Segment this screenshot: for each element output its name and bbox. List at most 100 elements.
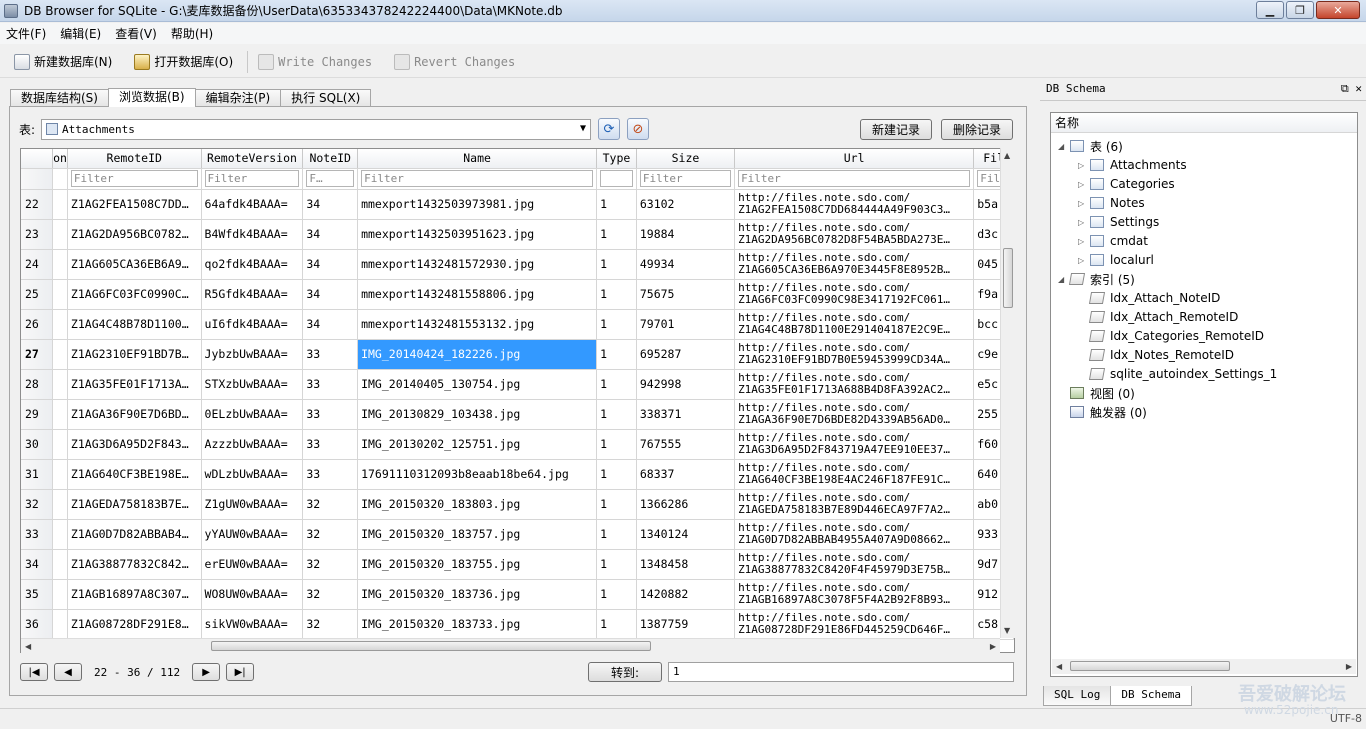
table-row[interactable]: 26 Z1AG4C48B78D1100… uI6fdk4BAAA= 34 mmexpor… (21, 309, 1014, 340)
cell-name[interactable]: 17691110312093b8eaab18be64.jpg (357, 459, 598, 490)
tree-item-table[interactable]: ▷ localurl (1078, 251, 1154, 269)
scroll-down-icon[interactable]: ▼ (1004, 626, 1010, 635)
cell-size[interactable]: 75675 (636, 279, 736, 310)
filter-input[interactable]: Filter (639, 170, 732, 187)
goto-input[interactable]: 1 (668, 662, 1014, 682)
cell-url[interactable]: http://files.note.sdo.com/Z1AG0D7D82ABBA… (734, 519, 975, 550)
cell-noteid[interactable]: 34 (302, 249, 359, 280)
cell-url[interactable]: http://files.note.sdo.com/Z1AG6FC03FC099… (734, 279, 975, 310)
row-cell-spacer[interactable] (52, 519, 68, 550)
cell-type[interactable]: 1 (596, 219, 637, 250)
cell-type[interactable]: 1 (596, 579, 637, 610)
row-cell-spacer[interactable] (52, 609, 68, 640)
cell-size[interactable]: 767555 (636, 429, 736, 460)
filter-input[interactable]: Filter (70, 170, 198, 187)
cell-type[interactable]: 1 (596, 519, 637, 550)
cell-remoteversion[interactable]: qo2fdk4BAAA= (201, 249, 304, 280)
close-icon[interactable]: ✕ (1316, 1, 1360, 19)
column-header[interactable]: RemoteVersion (201, 149, 304, 169)
cell-size[interactable]: 1340124 (636, 519, 736, 550)
cell-url[interactable]: http://files.note.sdo.com/Z1AG4C48B78D11… (734, 309, 975, 340)
cell-name[interactable]: mmexport1432481558806.jpg (357, 279, 598, 310)
cell-remoteid[interactable]: Z1AG3D6A95D2F843… (67, 429, 202, 460)
table-row[interactable]: 24 Z1AG605CA36EB6A9… qo2fdk4BAAA= 34 mmexpor… (21, 249, 1014, 280)
float-icon[interactable]: ⧉ (1341, 82, 1349, 95)
row-cell-spacer[interactable] (52, 189, 68, 220)
tree-item-table[interactable]: ▷ Categories (1078, 175, 1175, 193)
column-header[interactable]: NoteID (302, 149, 359, 169)
clear-filters-icon[interactable]: ⊘ (627, 118, 649, 140)
cell-name[interactable]: IMG_20130829_103438.jpg (357, 399, 598, 430)
cell-name[interactable]: IMG_20150320_183733.jpg (357, 609, 598, 640)
tree-item-index[interactable]: Idx_Attach_RemoteID (1078, 308, 1238, 326)
delete-record-button[interactable]: 删除记录 (941, 119, 1013, 140)
tree-item-table[interactable]: ▷ cmdat (1078, 232, 1148, 250)
cell-type[interactable]: 1 (596, 489, 637, 520)
cell-type[interactable]: 1 (596, 189, 637, 220)
row-number[interactable]: 26 (21, 309, 54, 340)
tree-item-index[interactable]: sqlite_autoindex_Settings_1 (1078, 365, 1277, 383)
row-number[interactable]: 36 (21, 609, 54, 640)
cell-url[interactable]: http://files.note.sdo.com/Z1AGEDA758183B… (734, 489, 975, 520)
table-row[interactable]: 22 Z1AG2FEA1508C7DD… 64afdk4BAAA= 34 mmexpor… (21, 189, 1014, 220)
cell-remoteid[interactable]: Z1AGB16897A8C307… (67, 579, 202, 610)
collapsed-icon[interactable]: ▷ (1078, 237, 1090, 246)
collapsed-icon[interactable]: ▷ (1078, 218, 1090, 227)
cell-name[interactable]: IMG_20130202_125751.jpg (357, 429, 598, 460)
cell-noteid[interactable]: 33 (302, 429, 359, 460)
cell-url[interactable]: http://files.note.sdo.com/Z1AG38877832C8… (734, 549, 975, 580)
row-number[interactable]: 33 (21, 519, 54, 550)
cell-url[interactable]: http://files.note.sdo.com/Z1AG3D6A95D2F8… (734, 429, 975, 460)
cell-remoteid[interactable]: Z1AG605CA36EB6A9… (67, 249, 202, 280)
cell-type[interactable]: 1 (596, 609, 637, 640)
cell-remoteid[interactable]: Z1AG2DA956BC0782… (67, 219, 202, 250)
cell-remoteid[interactable]: Z1AG2FEA1508C7DD… (67, 189, 202, 220)
collapsed-icon[interactable]: ▷ (1078, 199, 1090, 208)
cell-size[interactable]: 695287 (636, 339, 736, 370)
row-cell-spacer[interactable] (52, 579, 68, 610)
tree-item-index[interactable]: Idx_Notes_RemoteID (1078, 346, 1234, 364)
menu-view[interactable]: 查看(V) (115, 25, 157, 42)
tree-group-indexes[interactable]: ◢ 索引 (5) (1058, 270, 1135, 288)
cell-noteid[interactable]: 32 (302, 489, 359, 520)
collapsed-icon[interactable]: ▷ (1078, 180, 1090, 189)
cell-remoteid[interactable]: Z1AG0D7D82ABBAB4… (67, 519, 202, 550)
row-number[interactable]: 28 (21, 369, 54, 400)
cell-name[interactable]: mmexport1432503951623.jpg (357, 219, 598, 250)
cell-url[interactable]: http://files.note.sdo.com/Z1AGB16897A8C3… (734, 579, 975, 610)
cell-name[interactable]: IMG_20150320_183757.jpg (357, 519, 598, 550)
cell-name[interactable]: IMG_20140405_130754.jpg (357, 369, 598, 400)
scroll-right-icon[interactable]: ▶ (1346, 662, 1352, 671)
cell-name[interactable]: mmexport1432481553132.jpg (357, 309, 598, 340)
table-row[interactable]: 30 Z1AG3D6A95D2F843… AzzzbUwBAAA= 33 IMG_201… (21, 429, 1014, 460)
row-number[interactable]: 22 (21, 189, 54, 220)
cell-name[interactable]: IMG_20150320_183803.jpg (357, 489, 598, 520)
menu-edit[interactable]: 编辑(E) (60, 25, 101, 42)
tree-horizontal-scrollbar[interactable]: ◀ ▶ (1052, 659, 1356, 674)
column-header[interactable]: Url (734, 149, 975, 169)
cell-remoteversion[interactable]: JybzbUwBAAA= (201, 339, 304, 370)
collapsed-icon[interactable]: ▷ (1078, 161, 1090, 170)
cell-url[interactable]: http://files.note.sdo.com/Z1AG2DA956BC07… (734, 219, 975, 250)
scroll-right-icon[interactable]: ▶ (990, 642, 996, 651)
column-header[interactable]: on (52, 149, 68, 169)
row-cell-spacer[interactable] (52, 309, 68, 340)
cell-size[interactable]: 1387759 (636, 609, 736, 640)
row-cell-spacer[interactable] (52, 399, 68, 430)
first-page-icon[interactable]: |◀ (20, 663, 48, 681)
cell-noteid[interactable]: 32 (302, 519, 359, 550)
last-page-icon[interactable]: ▶| (226, 663, 255, 681)
cell-noteid[interactable]: 33 (302, 339, 359, 370)
table-row[interactable]: 28 Z1AG35FE01F1713A… STXzbUwBAAA= 33 IMG_201… (21, 369, 1014, 400)
goto-button[interactable]: 转到: (588, 662, 662, 682)
cell-remoteversion[interactable]: 0ELzbUwBAAA= (201, 399, 304, 430)
table-row[interactable]: 32 Z1AGEDA758183B7E… Z1gUW0wBAAA= 32 IMG_201… (21, 489, 1014, 520)
cell-remoteversion[interactable]: STXzbUwBAAA= (201, 369, 304, 400)
cell-remoteversion[interactable]: wDLzbUwBAAA= (201, 459, 304, 490)
cell-remoteid[interactable]: Z1AGA36F90E7D6BD… (67, 399, 202, 430)
row-cell-spacer[interactable] (52, 549, 68, 580)
scroll-thumb[interactable] (1003, 248, 1013, 308)
cell-remoteversion[interactable]: erEUW0wBAAA= (201, 549, 304, 580)
tree-item-table[interactable]: ▷ Settings (1078, 213, 1159, 231)
cell-type[interactable]: 1 (596, 399, 637, 430)
